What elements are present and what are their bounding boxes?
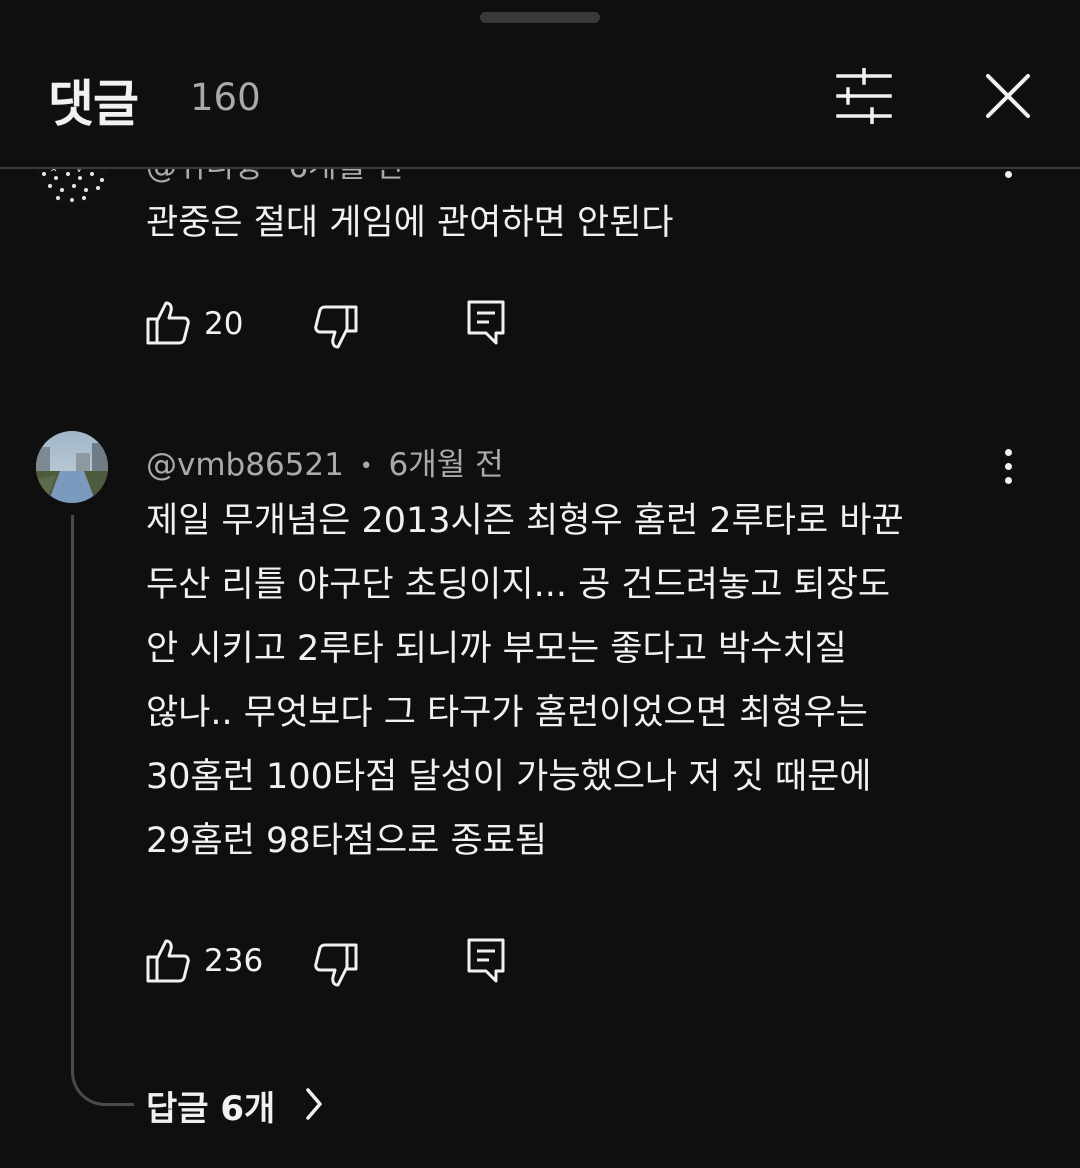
like-button[interactable] <box>146 937 190 987</box>
close-icon <box>986 74 1030 118</box>
thumbs-down-icon <box>314 305 358 349</box>
svg-text:✕: ✕ <box>50 169 58 175</box>
like-count: 20 <box>204 306 244 342</box>
comment-meta: @뉘니뉭 6개월 전 <box>146 169 404 186</box>
comments-count: 160 <box>190 76 261 119</box>
comment-meta: @vmb86521 • 6개월 전 <box>146 439 504 484</box>
more-vertical-icon <box>1005 449 1012 456</box>
avatar[interactable] <box>36 431 108 503</box>
comment-text: 관중은 절대 게임에 관여하면 안된다 <box>146 191 674 255</box>
drag-handle[interactable] <box>480 12 600 23</box>
filter-button[interactable] <box>832 67 896 125</box>
close-button[interactable] <box>982 70 1034 122</box>
comment-author[interactable]: @vmb86521 <box>146 447 344 483</box>
comment-line: 안 시키고 2루타 되니까 부모는 좋다고 박수치질 <box>146 629 847 669</box>
comment-time: 6개월 전 <box>388 447 504 483</box>
reply-button[interactable] <box>466 937 506 987</box>
comments-title: 댓글 <box>48 75 139 133</box>
replies-label[interactable]: 답글 6개 <box>146 1081 275 1130</box>
sliders-icon <box>836 67 892 125</box>
dislike-button[interactable] <box>314 303 358 353</box>
comment-line: 30홈런 100타점 달성이 가능했으나 저 짓 때문에 <box>146 757 872 797</box>
comment-author[interactable]: @뉘니뉭 <box>146 169 263 185</box>
thumbs-up-icon <box>146 301 190 345</box>
comments-list[interactable]: V ✕ @뉘니뉭 6개월 전 관중은 절대 게임에 관여하면 안된다 20 <box>0 169 1080 1168</box>
like-button[interactable] <box>146 299 190 349</box>
comments-sheet: 댓글 160 V ✕ 관중은 절대 게임에 관여하면 안된다 20 @vmb86… <box>0 0 1080 1168</box>
comment-line: 두산 리틀 야구단 초딩이지... 공 건드려놓고 퇴장도 <box>146 565 891 605</box>
comment-text: 제일 무개념은 2013시즌 최형우 홈런 2루타로 바꾼 두산 리틀 야구단 … <box>146 489 904 873</box>
avatar[interactable]: V ✕ <box>36 169 108 206</box>
thumbs-down-icon <box>314 943 358 987</box>
meta-separator: • <box>359 454 373 479</box>
thumbs-up-icon <box>146 939 190 983</box>
dislike-button[interactable] <box>314 941 358 991</box>
reply-comment-icon <box>467 300 505 345</box>
comment-line: 않나.. 무엇보다 그 타구가 홈런이었으면 최형우는 <box>146 693 868 733</box>
comment-line: 제일 무개념은 2013시즌 최형우 홈런 2루타로 바꾼 <box>146 501 904 541</box>
reply-button[interactable] <box>466 299 506 349</box>
like-count: 236 <box>204 943 264 979</box>
more-options-button[interactable] <box>996 169 1020 197</box>
comment-line: 29홈런 98타점으로 종료됨 <box>146 821 548 861</box>
comment-time: 6개월 전 <box>288 169 403 185</box>
more-options-button[interactable] <box>996 449 1020 489</box>
comments-header: 댓글 160 <box>0 30 1080 168</box>
svg-text:V: V <box>76 169 83 175</box>
reply-comment-icon <box>467 938 505 983</box>
thread-line <box>71 515 134 1106</box>
comment-line: 관중은 절대 게임에 관여하면 안된다 <box>146 203 674 243</box>
chevron-right-icon <box>306 1088 322 1120</box>
